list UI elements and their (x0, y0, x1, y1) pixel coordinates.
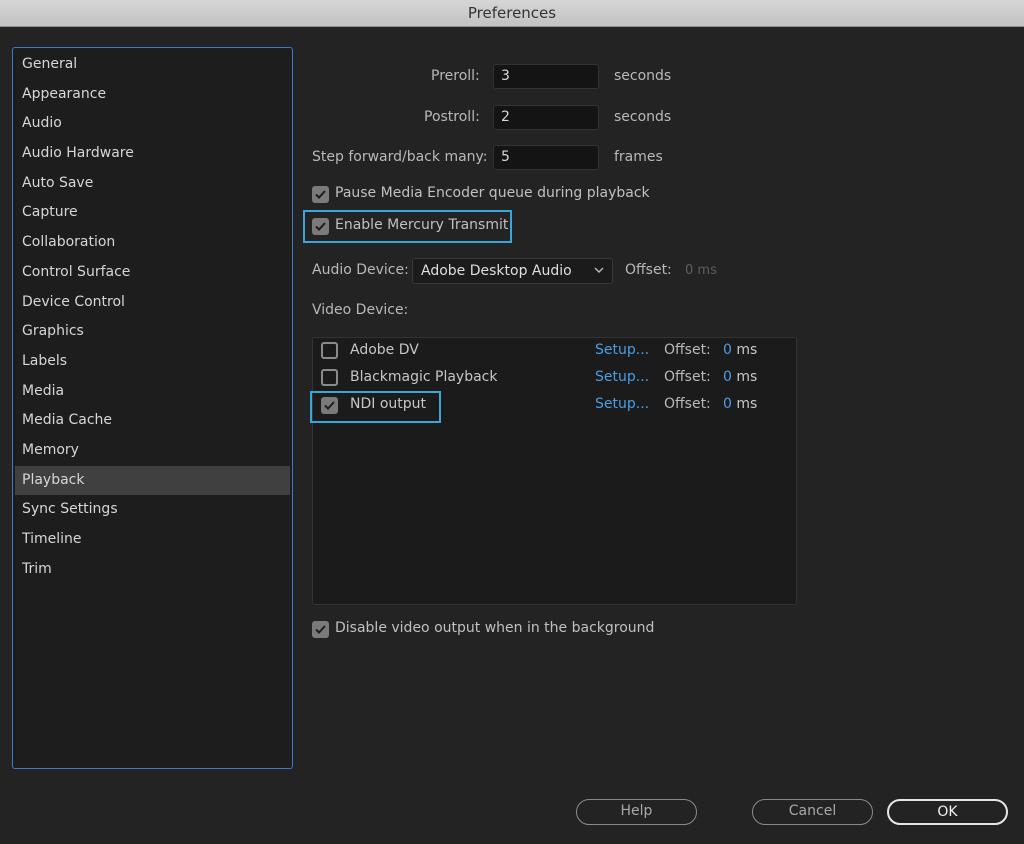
mercury-transmit-label[interactable]: Enable Mercury Transmit (335, 217, 508, 233)
adobe-dv-offset-label: Offset: (664, 342, 711, 358)
sidebar-item-audio-hardware[interactable]: Audio Hardware (15, 139, 290, 169)
sidebar-item-graphics[interactable]: Graphics (15, 317, 290, 347)
blackmagic-offset-value[interactable]: 0 ms (723, 369, 757, 385)
sidebar-item-control-surface[interactable]: Control Surface (15, 258, 290, 288)
ndi-output-label[interactable]: NDI output (350, 396, 426, 412)
video-device-label: Video Device: (312, 302, 409, 318)
checkmark-icon (324, 401, 335, 410)
offset-unit: ms (736, 342, 758, 358)
ndi-output-checkbox[interactable] (321, 397, 338, 414)
sidebar-item-memory[interactable]: Memory (15, 436, 290, 466)
offset-unit: ms (736, 369, 758, 385)
sidebar-item-labels[interactable]: Labels (15, 347, 290, 377)
chevron-down-icon (594, 267, 604, 273)
preroll-label: Preroll: (431, 68, 480, 84)
cancel-button[interactable]: Cancel (752, 799, 873, 825)
mercury-transmit-checkbox[interactable] (312, 218, 329, 235)
adobe-dv-offset-value[interactable]: 0 ms (723, 342, 757, 358)
sidebar-item-media-cache[interactable]: Media Cache (15, 406, 290, 436)
preferences-category-list[interactable]: General Appearance Audio Audio Hardware … (12, 47, 293, 769)
pause-encoder-label[interactable]: Pause Media Encoder queue during playbac… (335, 185, 650, 201)
postroll-unit: seconds (614, 109, 672, 125)
sidebar-item-appearance[interactable]: Appearance (15, 80, 290, 110)
disable-background-label[interactable]: Disable video output when in the backgro… (335, 620, 654, 636)
blackmagic-checkbox[interactable] (321, 369, 338, 386)
sidebar-item-auto-save[interactable]: Auto Save (15, 169, 290, 199)
adobe-dv-label[interactable]: Adobe DV (350, 342, 419, 358)
sidebar-item-capture[interactable]: Capture (15, 198, 290, 228)
ndi-output-offset-value[interactable]: 0 ms (723, 396, 757, 412)
blackmagic-offset-label: Offset: (664, 369, 711, 385)
postroll-label: Postroll: (424, 109, 480, 125)
window-title: Preferences (467, 4, 557, 22)
audio-offset-label: Offset: (625, 262, 672, 278)
disable-background-checkbox[interactable] (312, 621, 329, 638)
sidebar-item-media[interactable]: Media (15, 377, 290, 407)
sidebar-item-audio[interactable]: Audio (15, 109, 290, 139)
postroll-input[interactable]: 2 (493, 105, 599, 130)
sidebar-item-device-control[interactable]: Device Control (15, 288, 290, 318)
checkmark-icon (315, 190, 326, 199)
checkmark-icon (315, 222, 326, 231)
ndi-output-setup-link[interactable]: Setup... (595, 396, 649, 412)
sidebar-item-trim[interactable]: Trim (15, 555, 290, 585)
adobe-dv-checkbox[interactable] (321, 342, 338, 359)
sidebar-item-timeline[interactable]: Timeline (15, 525, 290, 555)
offset-number[interactable]: 0 (723, 369, 732, 385)
audio-device-value: Adobe Desktop Audio (421, 263, 572, 279)
audio-device-label: Audio Device: (312, 262, 409, 278)
window-title-bar: Preferences (0, 0, 1024, 27)
sidebar-item-collaboration[interactable]: Collaboration (15, 228, 290, 258)
sidebar-item-playback[interactable]: Playback (15, 465, 290, 496)
audio-offset-value: 0 ms (685, 263, 717, 278)
ok-button[interactable]: OK (887, 799, 1008, 825)
step-unit: frames (614, 149, 663, 165)
audio-device-select[interactable]: Adobe Desktop Audio (412, 258, 613, 284)
preroll-input[interactable]: 3 (493, 64, 599, 89)
offset-unit: ms (736, 396, 758, 412)
offset-number[interactable]: 0 (723, 342, 732, 358)
preroll-unit: seconds (614, 68, 672, 84)
checkmark-icon (315, 625, 326, 634)
help-button[interactable]: Help (576, 799, 697, 825)
adobe-dv-setup-link[interactable]: Setup... (595, 342, 649, 358)
sidebar-item-general[interactable]: General (15, 50, 290, 80)
blackmagic-label[interactable]: Blackmagic Playback (350, 369, 498, 385)
blackmagic-setup-link[interactable]: Setup... (595, 369, 649, 385)
offset-number[interactable]: 0 (723, 396, 732, 412)
ndi-output-offset-label: Offset: (664, 396, 711, 412)
step-input[interactable]: 5 (493, 145, 599, 170)
pause-encoder-checkbox[interactable] (312, 186, 329, 203)
sidebar-item-sync-settings[interactable]: Sync Settings (15, 495, 290, 525)
step-label: Step forward/back many: (312, 149, 488, 165)
